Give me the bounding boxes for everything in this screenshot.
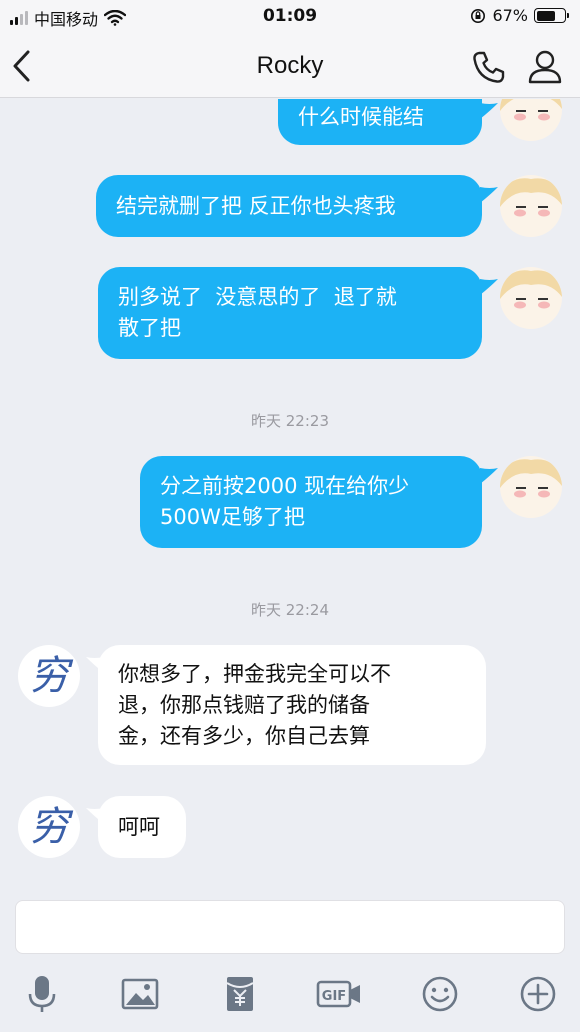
red-packet-icon[interactable] — [220, 974, 260, 1014]
status-right: 67% — [470, 6, 569, 25]
message-text-line: 退，你那点钱赔了我的储备 — [118, 692, 370, 717]
contact-avatar-glyph: 穷 — [29, 804, 69, 850]
anime-avatar-icon — [500, 175, 562, 237]
carrier-label: 中国移动 — [34, 10, 99, 29]
microphone-icon[interactable] — [22, 974, 62, 1014]
contact-avatar-glyph: 穷 — [29, 653, 69, 699]
message-text: 结完就删了把 反正你也头疼我 — [116, 193, 396, 218]
bubble-tail — [480, 103, 498, 119]
timestamp: 昨天 22:24 — [251, 601, 329, 619]
message-text: 什么时候能结 — [298, 105, 424, 129]
my-avatar[interactable] — [500, 267, 562, 329]
rotation-lock-icon — [471, 8, 486, 23]
my-avatar[interactable] — [500, 175, 562, 237]
battery-percent: 67% — [492, 6, 528, 25]
message-text-line: 金，还有多少，你自己去算 — [118, 723, 370, 748]
wifi-icon — [104, 10, 127, 26]
composer-toolbar: GIF — [0, 970, 580, 1020]
message-bubble-outgoing[interactable]: 别多说了 没意思的了 退了就 散了把 — [98, 267, 482, 359]
my-avatar[interactable] — [500, 99, 562, 141]
contact-avatar[interactable]: 穷 — [18, 796, 80, 858]
status-bar: 中国移动 01:09 67% — [0, 0, 580, 34]
anime-avatar-icon — [500, 456, 562, 518]
message-bubble-incoming[interactable]: 你想多了，押金我完全可以不 退，你那点钱赔了我的储备 金，还有多少，你自己去算 — [98, 645, 486, 765]
message-bubble-outgoing[interactable]: 分之前按2000 现在给你少 500W足够了把 — [140, 456, 482, 548]
phone-call-icon[interactable] — [470, 48, 508, 86]
bubble-tail — [480, 468, 498, 484]
anime-avatar-icon — [500, 99, 562, 141]
message-text-line: 别多说了 没意思的了 退了就 — [118, 285, 397, 309]
composer: GIF — [0, 885, 580, 1032]
message-text-line: 你想多了，押金我完全可以不 — [118, 661, 391, 686]
message-list[interactable]: 什么时候能结 结完就删了把 反正你也头疼我 别多说了 没意思的了 退了就 散了把 — [0, 99, 580, 885]
status-left: 中国移动 — [10, 6, 127, 30]
anime-avatar-icon — [500, 267, 562, 329]
my-avatar[interactable] — [500, 456, 562, 518]
bubble-tail — [480, 279, 498, 295]
image-icon[interactable] — [120, 974, 160, 1014]
svg-text:GIF: GIF — [322, 989, 346, 1004]
message-bubble-outgoing[interactable]: 什么时候能结 — [278, 99, 482, 145]
contact-avatar[interactable]: 穷 — [18, 645, 80, 707]
message-bubble-outgoing[interactable]: 结完就删了把 反正你也头疼我 — [96, 175, 482, 237]
nav-bar: Rocky — [0, 34, 580, 98]
message-text-line: 500W足够了把 — [160, 505, 305, 529]
emoji-icon[interactable] — [420, 974, 460, 1014]
bubble-tail — [480, 187, 498, 203]
message-bubble-incoming[interactable]: 呵呵 — [98, 796, 186, 858]
gif-icon[interactable]: GIF — [316, 974, 362, 1014]
plus-icon[interactable] — [518, 974, 558, 1014]
message-input[interactable] — [15, 900, 565, 954]
message-text: 呵呵 — [118, 814, 160, 839]
battery-icon — [534, 8, 569, 23]
message-text-line: 分之前按2000 现在给你少 — [160, 474, 410, 498]
profile-icon[interactable] — [526, 47, 564, 85]
message-text-line: 散了把 — [118, 316, 181, 340]
battery-level — [536, 10, 555, 21]
signal-icon — [10, 11, 28, 25]
timestamp: 昨天 22:23 — [251, 412, 329, 430]
